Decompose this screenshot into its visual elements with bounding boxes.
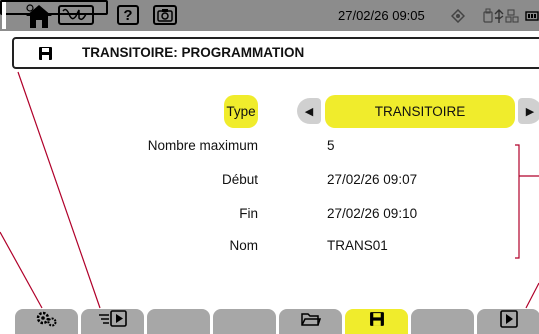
- softkey-empty-7[interactable]: [411, 309, 474, 334]
- settings-icon: [36, 311, 58, 332]
- next-type-button[interactable]: ▶: [518, 98, 539, 124]
- save-icon: [369, 311, 385, 332]
- page-title: TRANSITOIRE: PROGRAMMATION: [82, 45, 305, 60]
- memory-usage-fill: [2, 2, 6, 29]
- type-label: Type: [226, 104, 256, 119]
- waveform-mode-icon[interactable]: [58, 5, 94, 25]
- callout-line-play: [525, 282, 539, 309]
- title-bar: TRANSITOIRE: PROGRAMMATION: [12, 37, 539, 69]
- usb-ethernet-icon: [483, 0, 521, 31]
- status-bar: ? 27/02/26 09:05: [0, 0, 539, 31]
- end-label: Fin: [239, 206, 258, 221]
- help-glyph: ?: [123, 6, 133, 24]
- name-field[interactable]: TRANS01: [327, 238, 388, 253]
- battery-icon: [525, 0, 539, 31]
- softkey-open[interactable]: [279, 309, 342, 334]
- max-count-field[interactable]: 5: [327, 138, 335, 153]
- softkey-settings[interactable]: [15, 309, 78, 334]
- softkey-empty-4[interactable]: [213, 309, 276, 334]
- softkey-start-list[interactable]: [81, 309, 144, 334]
- status-datetime: 27/02/26 09:05: [338, 8, 425, 23]
- callout-line-start: [17, 71, 101, 309]
- name-label: Nom: [229, 238, 258, 253]
- help-icon[interactable]: ?: [117, 5, 139, 25]
- previous-type-button[interactable]: ◀: [297, 98, 321, 124]
- callout-line-settings: [0, 231, 43, 309]
- arrow-left-icon: ◀: [304, 105, 314, 118]
- callout-bracket: [515, 144, 539, 259]
- save-icon: [38, 46, 53, 66]
- max-count-label: Nombre maximum: [147, 138, 258, 153]
- start-field[interactable]: 27/02/26 09:07: [327, 172, 417, 187]
- folder-icon: [300, 311, 321, 332]
- softkey-empty-3[interactable]: [147, 309, 210, 334]
- camera-icon[interactable]: [153, 5, 177, 25]
- gps-icon: [450, 0, 466, 31]
- softkey-play[interactable]: [477, 309, 539, 334]
- home-icon[interactable]: [22, 0, 56, 31]
- start-list-icon: [98, 310, 128, 333]
- start-label: Début: [221, 172, 258, 187]
- play-icon: [499, 310, 518, 333]
- end-field[interactable]: 27/02/26 09:10: [327, 206, 417, 221]
- type-value[interactable]: TRANSITOIRE: [325, 95, 515, 128]
- arrow-right-icon: ▶: [525, 105, 535, 118]
- softkey-save[interactable]: [345, 309, 408, 334]
